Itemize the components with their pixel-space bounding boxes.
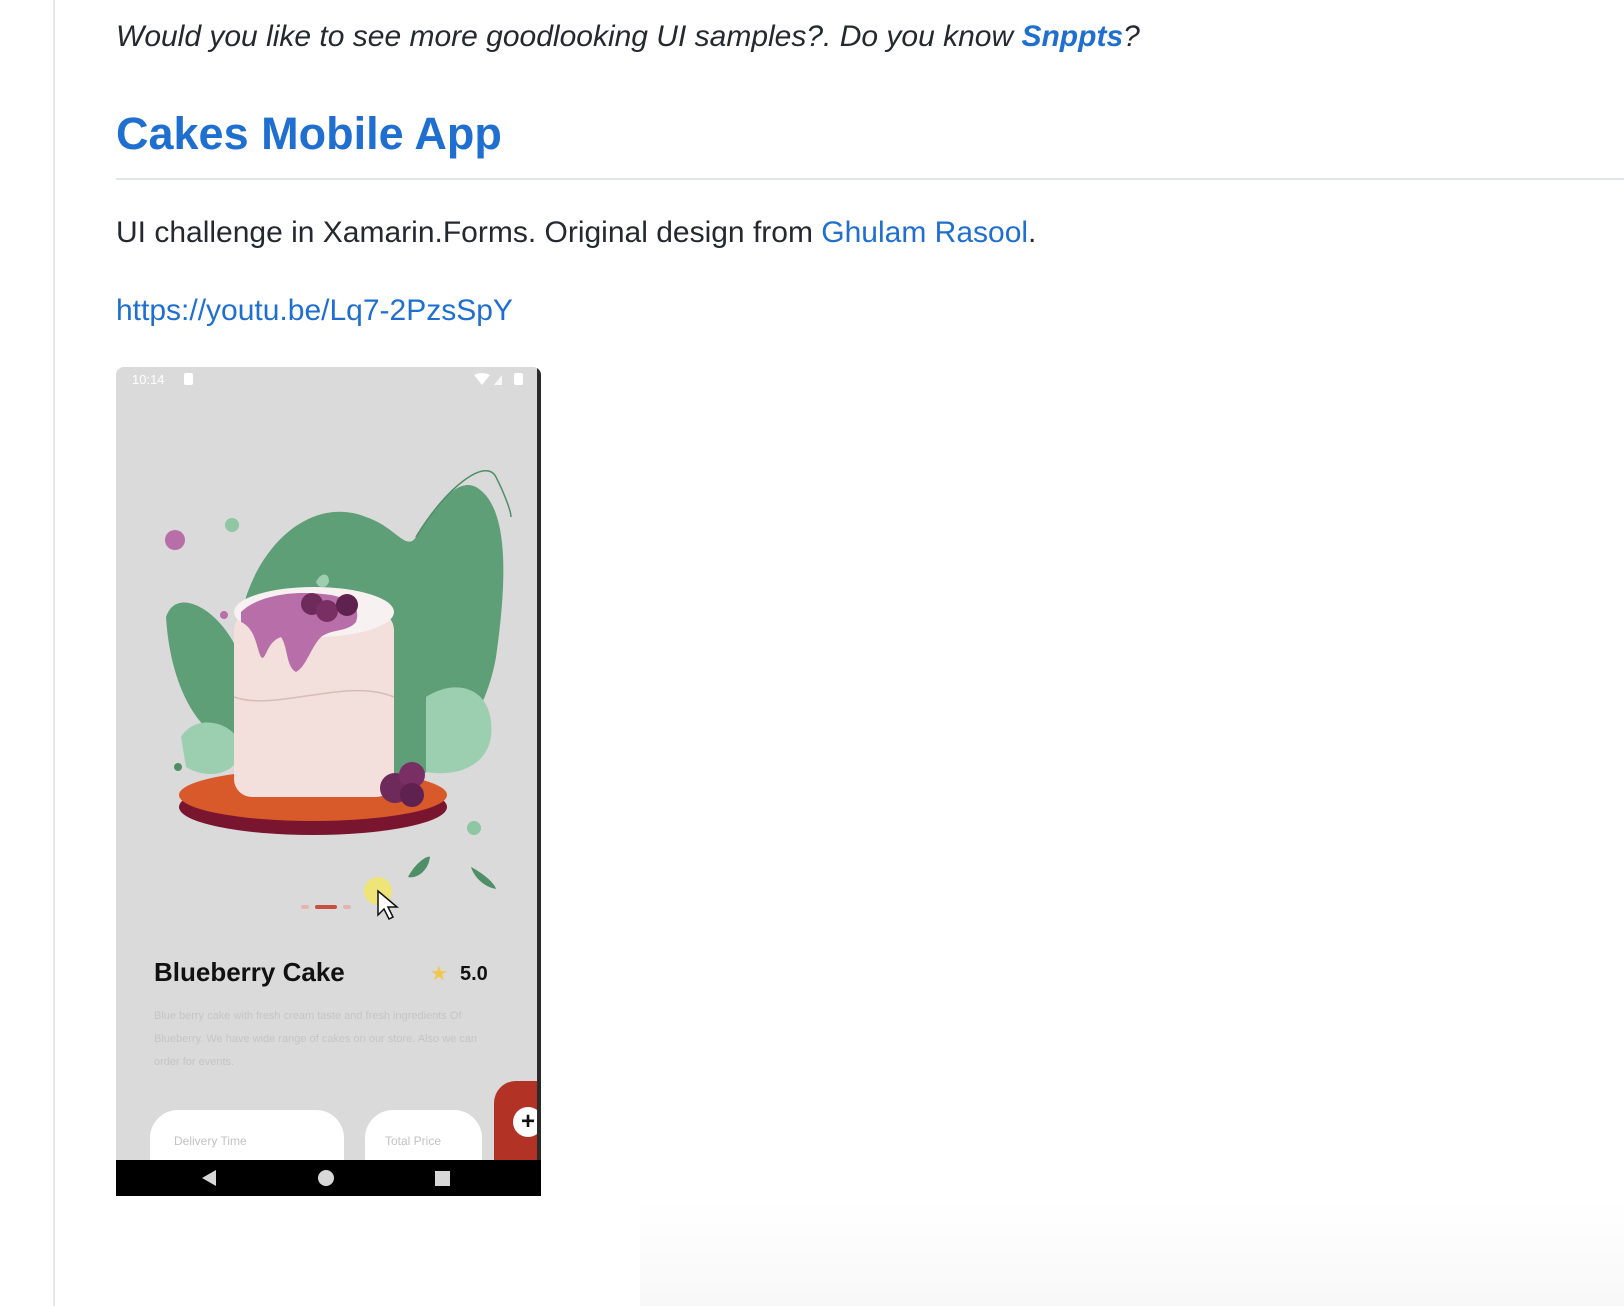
indicator-dot[interactable]	[343, 905, 351, 909]
indicator-dot[interactable]	[301, 905, 309, 909]
mint-dot	[225, 518, 239, 532]
snppts-link[interactable]: Snppts	[1021, 20, 1123, 53]
falling-leaf-2	[471, 867, 496, 889]
small-purple-dot	[220, 611, 228, 619]
indicator-dot-active[interactable]	[315, 905, 337, 909]
blueberry-6	[400, 783, 424, 807]
blueberry-2	[316, 600, 338, 622]
right-leaf	[426, 687, 492, 774]
cursor-icon	[364, 877, 400, 921]
description-paragraph: UI challenge in Xamarin.Forms. Original …	[116, 216, 1036, 250]
product-rating: 5.0	[460, 963, 488, 985]
delivery-time-label: Delivery Time	[174, 1134, 247, 1148]
total-price-label: Total Price	[385, 1134, 442, 1148]
app-preview-image[interactable]: 10:14 Blueberry Cake ★ 5.0 Blue berry ca…	[116, 367, 541, 1196]
intro-text-end: ?	[1123, 20, 1140, 53]
product-name: Blueberry Cake	[154, 957, 345, 987]
intro-paragraph: Would you like to see more goodlooking U…	[116, 20, 1140, 54]
blueberry-3	[336, 594, 358, 616]
small-green-dot	[174, 763, 182, 771]
cake-illustration	[165, 470, 512, 889]
author-link[interactable]: Ghulam Rasool	[821, 216, 1028, 249]
heading-divider	[116, 178, 1624, 180]
left-border	[53, 0, 55, 1306]
product-description: Blue berry cake with fresh cream taste a…	[154, 1010, 478, 1068]
falling-leaf-1	[408, 856, 430, 878]
youtube-link[interactable]: https://youtu.be/Lq7-2PzsSpY	[116, 294, 513, 328]
description-end: .	[1028, 216, 1037, 249]
star-icon: ★	[430, 963, 448, 985]
nav-recent-icon[interactable]	[435, 1171, 450, 1186]
nav-home-icon[interactable]	[318, 1170, 334, 1186]
purple-dot	[165, 530, 185, 550]
bottom-fade	[640, 1200, 1624, 1306]
android-nav-bar	[116, 1160, 541, 1196]
section-heading: Cakes Mobile App	[116, 108, 502, 159]
mint-dot-right	[467, 821, 481, 835]
scroll-edge	[537, 367, 541, 1196]
intro-text: Would you like to see more goodlooking U…	[116, 20, 1022, 53]
description-text: UI challenge in Xamarin.Forms. Original …	[116, 216, 822, 249]
nav-back-icon[interactable]	[202, 1170, 216, 1186]
